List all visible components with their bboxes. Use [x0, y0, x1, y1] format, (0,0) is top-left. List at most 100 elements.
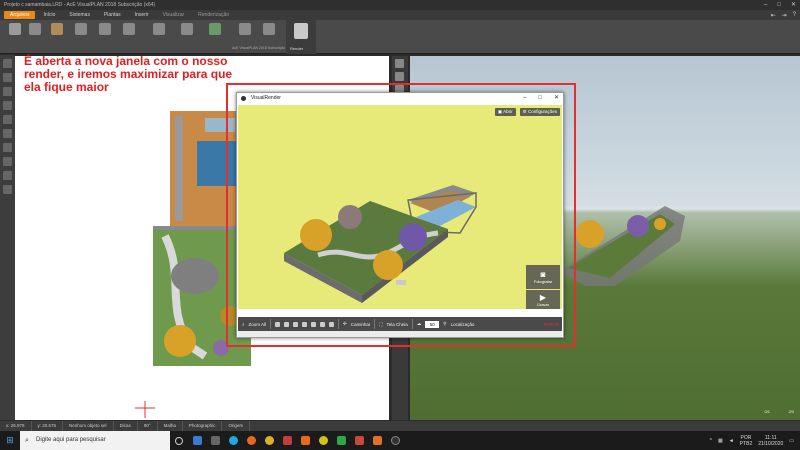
ribbon-button-3[interactable] [48, 23, 66, 45]
visualrender-window[interactable]: VisualRender – □ ✕ ▣ Abrir ⚙ Configuraçõ… [236, 92, 564, 338]
taskbar-search-placeholder: Digite aqui para pesquisar [36, 437, 106, 443]
volume-icon[interactable]: ◄ [729, 438, 734, 444]
ribbon-button-9[interactable] [206, 23, 224, 45]
minimize-button[interactable]: – [764, 0, 767, 10]
dimension-tool-icon[interactable] [3, 157, 12, 166]
shadow-icon[interactable] [329, 321, 335, 327]
plant-tool-icon[interactable] [3, 171, 12, 180]
taskbar-search[interactable]: ⌕ Digite aqui para pesquisar [20, 431, 170, 450]
tab-plantas[interactable]: Plantas [98, 11, 127, 19]
render-canvas[interactable]: ▣ Abrir ⚙ Configurações ◙ Fotografar ▶ G… [238, 105, 562, 309]
firefox-icon[interactable] [242, 431, 260, 450]
ribbon-button-6[interactable] [120, 23, 138, 45]
ribbon-button-7[interactable] [150, 23, 168, 45]
orbit-icon[interactable] [395, 72, 404, 81]
taskbar-app-6-icon[interactable] [332, 431, 350, 450]
ribbon-button-1[interactable] [6, 23, 24, 45]
wall-tool-icon[interactable] [3, 73, 12, 82]
task-view-icon[interactable] [170, 431, 188, 450]
help-icon[interactable]: ? [793, 12, 796, 18]
status-angle[interactable]: 90° [138, 421, 158, 431]
taskbar-app-8-icon[interactable] [368, 431, 386, 450]
door-tool-icon[interactable] [3, 87, 12, 96]
ribbon-button-2[interactable] [26, 23, 44, 45]
visualrender-taskbar-icon[interactable] [386, 431, 404, 450]
roof-tool-icon[interactable] [3, 129, 12, 138]
taskbar-app-5-icon[interactable] [314, 431, 332, 450]
tab-visualizar[interactable]: Visualizar [157, 11, 191, 19]
taskbar-app-2-icon[interactable] [206, 431, 224, 450]
skype-icon[interactable] [224, 431, 242, 450]
close-button[interactable]: ✕ [791, 0, 796, 10]
start-button[interactable]: ⊞ [0, 431, 20, 450]
plan-tree-1 [164, 325, 196, 357]
ribbon-button-4[interactable] [72, 23, 90, 45]
fullscreen-button[interactable]: Tela Cheia [387, 322, 408, 327]
record-button[interactable]: ▶ Gravar [526, 290, 560, 309]
measure-tool-icon[interactable] [3, 185, 12, 194]
box-icon [239, 23, 251, 35]
search-icon[interactable]: ⌕ [242, 322, 245, 327]
ribbon-button-10[interactable] [236, 23, 254, 45]
view-front-icon[interactable] [275, 321, 281, 327]
taskbar-app-4-icon[interactable] [296, 431, 314, 450]
text-tool-icon[interactable] [3, 143, 12, 152]
stop-button[interactable]: PARAR [544, 322, 559, 327]
language-indicator[interactable]: POR PTB2 [740, 435, 753, 447]
visualrender-close-button[interactable]: ✕ [554, 93, 559, 104]
view-iso-icon[interactable] [302, 321, 308, 327]
visualrender-maximize-button[interactable]: □ [538, 93, 542, 104]
tab-renderizacao[interactable]: Renderização [192, 11, 235, 19]
video-icon: ▶ [539, 292, 547, 302]
window-tool-icon[interactable] [3, 101, 12, 110]
maximize-button[interactable]: □ [777, 0, 781, 10]
ribbon-button-5[interactable] [96, 23, 114, 45]
render-tree-3 [399, 223, 427, 251]
photograph-button[interactable]: ◙ Fotografar [526, 265, 560, 289]
tree-icon [209, 23, 221, 35]
stairs-tool-icon[interactable] [3, 115, 12, 124]
render-scrollbar[interactable] [238, 331, 562, 337]
view-side-icon[interactable] [293, 321, 299, 327]
view-perspective-icon[interactable] [311, 321, 317, 327]
record-label: Gravar [536, 301, 550, 307]
visualrender-minimize-button[interactable]: – [523, 93, 526, 104]
status-bar: x: 26.978 y: 20.575 Nenhum objeto sel Di… [0, 421, 800, 431]
notifications-icon[interactable]: ▭ [789, 438, 794, 444]
language-layout: PTB2 [739, 440, 753, 447]
forward-icon[interactable]: ⇥ [782, 12, 787, 19]
tray-expand-icon[interactable]: ^ [710, 438, 712, 444]
status-origin[interactable]: Origem [222, 421, 251, 431]
network-icon[interactable]: ▦ [718, 438, 723, 444]
app-title-bar: Projeto c samambaia.LRD - AcE VisualPLAN… [0, 0, 800, 10]
back-icon[interactable]: ⇤ [771, 12, 776, 19]
clock[interactable]: 11:11 21/10/2020 [758, 435, 783, 447]
ribbon-button-11[interactable] [260, 23, 278, 45]
taskbar-app-7-icon[interactable] [350, 431, 368, 450]
status-tips[interactable]: Dicas [114, 421, 138, 431]
tab-inicio[interactable]: Início [37, 11, 61, 19]
zoom-all-button[interactable]: Zoom All [249, 322, 267, 327]
taskbar-app-1-icon[interactable] [188, 431, 206, 450]
cursor-icon[interactable] [395, 59, 404, 68]
open-button[interactable]: ▣ Abrir [494, 108, 516, 116]
taskbar-app-3-icon[interactable] [278, 431, 296, 450]
visualrender-window-controls: – □ ✕ [523, 93, 559, 104]
location-button[interactable]: Localização [451, 322, 475, 327]
cloud-amount-input[interactable]: 50 [425, 320, 440, 328]
ribbon-button-8[interactable] [178, 23, 196, 45]
view-top-icon[interactable] [284, 321, 290, 327]
status-photographic[interactable]: Photographic [183, 421, 223, 431]
select-tool-icon[interactable] [3, 59, 12, 68]
settings-button[interactable]: ⚙ Configurações [519, 108, 560, 116]
tab-sistemas[interactable]: Sistemas [63, 11, 96, 19]
toolbar-separator [270, 319, 272, 329]
render-group[interactable]: Render [286, 20, 316, 54]
tab-inserir[interactable]: Inserir [129, 11, 155, 19]
status-grid[interactable]: Malha [158, 421, 183, 431]
light-icon[interactable] [320, 321, 326, 327]
tab-arquivos[interactable]: Arquivos [4, 11, 36, 19]
walk-button[interactable]: Caminhar [351, 322, 371, 327]
left-toolbar [0, 55, 15, 420]
chrome-icon[interactable] [260, 431, 278, 450]
